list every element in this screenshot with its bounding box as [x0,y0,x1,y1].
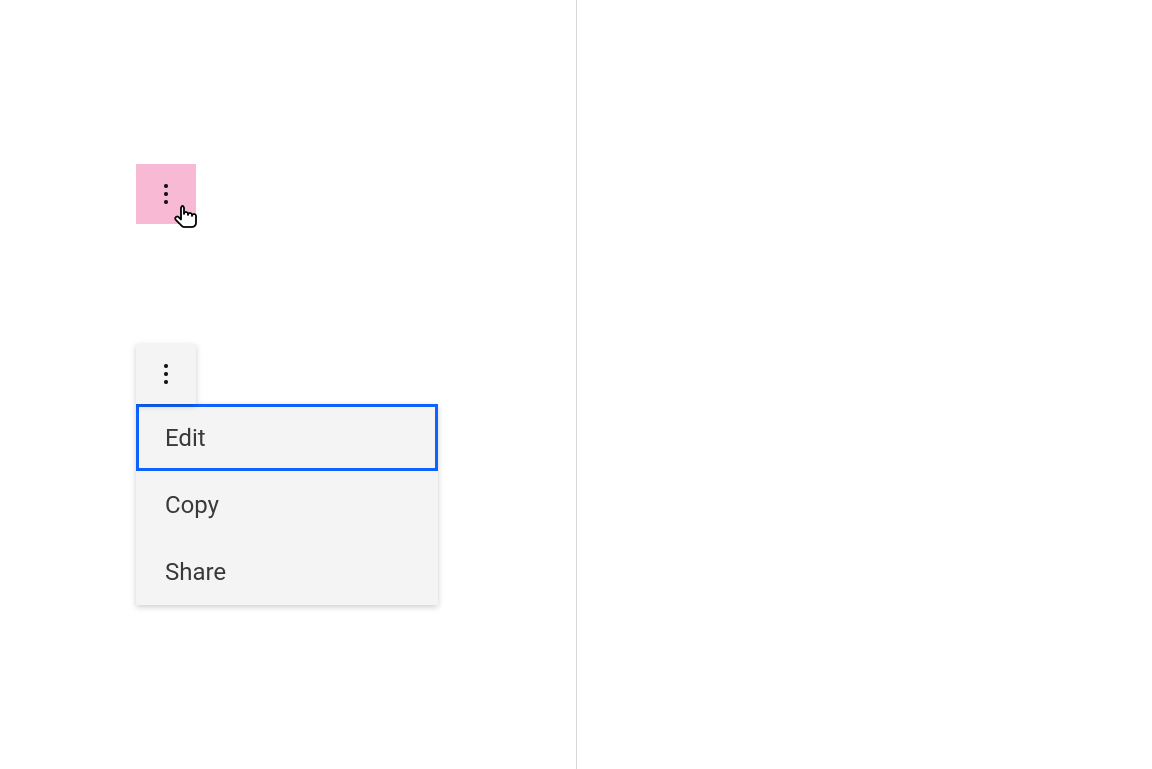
kebab-icon [164,184,168,204]
menu-item-edit[interactable]: Edit [136,404,438,471]
menu-item-label: Copy [165,491,219,519]
menu-item-share[interactable]: Share [136,538,438,605]
overflow-menu-trigger-open[interactable] [136,344,196,404]
kebab-icon [164,364,168,384]
menu-item-label: Edit [165,424,206,452]
overflow-menu: Edit Copy Share [136,404,438,605]
overflow-menu-trigger-hover[interactable] [136,164,196,224]
right-panel: Edit Copy Share [576,0,1152,769]
menu-item-copy[interactable]: Copy [136,471,438,538]
menu-item-label: Share [165,558,226,586]
left-panel: Edit Copy Share [0,0,576,769]
